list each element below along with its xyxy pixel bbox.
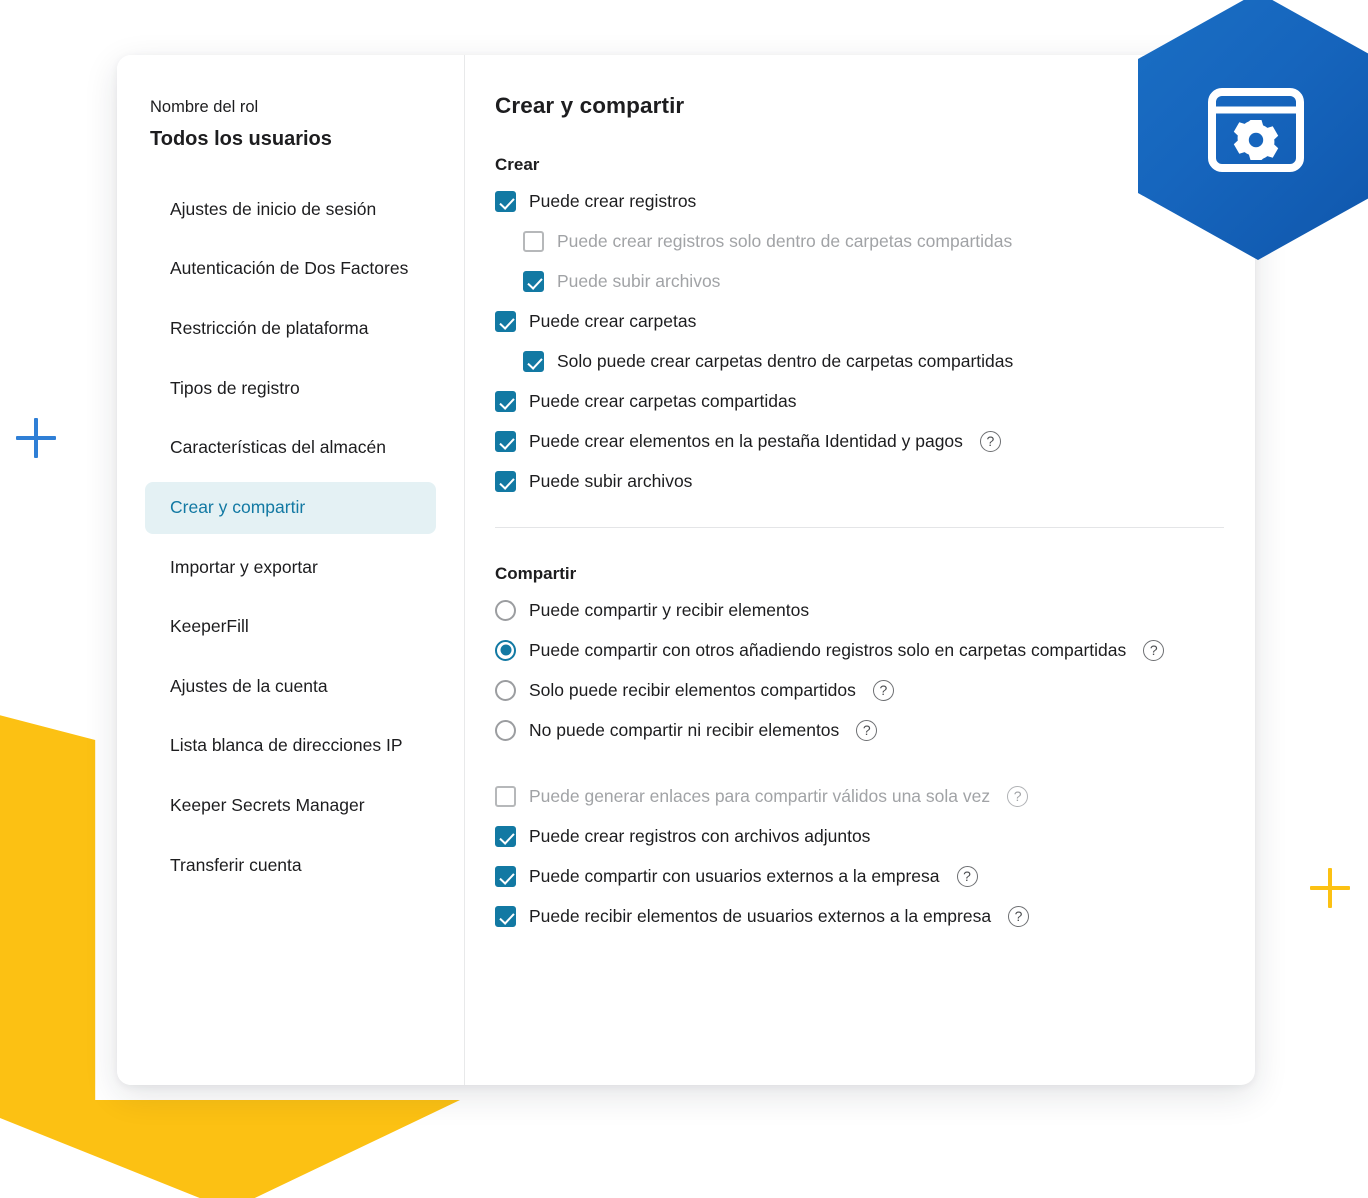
- help-icon[interactable]: ?: [1007, 785, 1029, 807]
- share-option-list: Puede generar enlaces para compartir vál…: [495, 776, 1255, 936]
- settings-card: Nombre del rol Todos los usuarios Ajuste…: [117, 55, 1255, 1085]
- checkbox-row[interactable]: Puede crear registros con archivos adjun…: [495, 816, 1255, 856]
- sidebar-item-7[interactable]: KeeperFill: [145, 601, 436, 653]
- option-label: Puede subir archivos: [557, 270, 721, 291]
- option-label: No puede compartir ni recibir elementos: [529, 719, 840, 740]
- help-icon[interactable]: ?: [872, 679, 894, 701]
- sidebar-item-label: Crear y compartir: [170, 496, 306, 517]
- checkbox[interactable]: [495, 310, 516, 332]
- section-divider: [495, 527, 1224, 528]
- checkbox-row[interactable]: Puede crear carpetas compartidas: [495, 381, 1255, 421]
- option-label: Puede crear registros con archivos adjun…: [529, 825, 871, 846]
- page-root: Nombre del rol Todos los usuarios Ajuste…: [0, 0, 1368, 1198]
- sidebar: Nombre del rol Todos los usuarios Ajuste…: [117, 55, 465, 1085]
- sidebar-nav: Ajustes de inicio de sesión Autenticación…: [117, 184, 464, 892]
- sidebar-item-11[interactable]: Transferir cuenta: [145, 840, 436, 892]
- role-label: Nombre del rol: [150, 98, 259, 116]
- option-label: Puede compartir con otros añadiendo regi…: [529, 639, 1127, 660]
- checkbox-row: Puede crear registros solo dentro de car…: [495, 221, 1255, 261]
- radio-row[interactable]: Puede compartir con otros añadiendo regi…: [495, 630, 1255, 670]
- checkbox[interactable]: [495, 390, 516, 412]
- sidebar-item-4[interactable]: Características del almacén: [145, 422, 436, 474]
- checkbox[interactable]: [495, 905, 516, 927]
- share-section-heading: Compartir: [495, 564, 577, 583]
- share-radio-group: Puede compartir y recibir elementos Puede…: [495, 590, 1255, 750]
- option-label: Puede recibir elementos de usuarios exte…: [529, 905, 992, 926]
- sidebar-item-2[interactable]: Restricción de plataforma: [145, 303, 436, 355]
- sidebar-item-label: Autenticación de Dos Factores: [170, 258, 409, 279]
- plus-icon: [16, 418, 56, 458]
- sidebar-item-3[interactable]: Tipos de registro: [145, 363, 436, 415]
- option-label: Puede crear elementos en la pestaña Iden…: [529, 430, 963, 451]
- checkbox[interactable]: [495, 865, 516, 887]
- help-icon[interactable]: ?: [979, 430, 1001, 452]
- radio-button[interactable]: [495, 599, 516, 621]
- radio-row[interactable]: No puede compartir ni recibir elementos?: [495, 710, 1255, 750]
- radio-button[interactable]: [495, 679, 516, 701]
- option-label: Puede crear registros: [529, 190, 697, 211]
- radio-button[interactable]: [495, 719, 516, 741]
- help-icon[interactable]: ?: [856, 719, 878, 741]
- checkbox: [495, 785, 516, 807]
- sidebar-item-8[interactable]: Ajustes de la cuenta: [145, 661, 436, 713]
- sidebar-item-label: Tipos de registro: [170, 377, 300, 398]
- option-label: Puede compartir con usuarios externos a …: [529, 865, 940, 886]
- checkbox[interactable]: [495, 470, 516, 492]
- main-panel: Crear y compartir Crear Puede crear regi…: [465, 55, 1255, 1085]
- radio-row[interactable]: Puede compartir y recibir elementos: [495, 590, 1255, 630]
- sidebar-item-6[interactable]: Importar y exportar: [145, 542, 436, 594]
- radio-button[interactable]: [495, 639, 516, 661]
- radio-row[interactable]: Solo puede recibir elementos compartidos…: [495, 670, 1255, 710]
- sidebar-item-1[interactable]: Autenticación de Dos Factores: [145, 243, 436, 295]
- plus-icon: [1310, 868, 1350, 908]
- sidebar-item-label: Características del almacén: [170, 437, 386, 458]
- checkbox-row[interactable]: Solo puede crear carpetas dentro de carp…: [495, 341, 1255, 381]
- sidebar-item-label: Keeper Secrets Manager: [170, 795, 365, 815]
- create-option-list: Puede crear registros Puede crear registr…: [495, 181, 1255, 501]
- option-label: Puede crear registros solo dentro de car…: [557, 230, 1013, 251]
- settings-gear-window-icon: [1208, 88, 1304, 172]
- checkbox-row[interactable]: Puede crear elementos en la pestaña Iden…: [495, 421, 1255, 461]
- role-name: Todos los usuarios: [150, 127, 332, 150]
- sidebar-item-label: Lista blanca de direcciones IP: [170, 735, 403, 756]
- checkbox-row[interactable]: Puede compartir con usuarios externos a …: [495, 856, 1255, 896]
- option-label: Solo puede recibir elementos compartidos: [529, 679, 856, 700]
- checkbox[interactable]: [495, 190, 516, 212]
- help-icon[interactable]: ?: [1008, 905, 1030, 927]
- sidebar-item-10[interactable]: Keeper Secrets Manager: [145, 780, 436, 832]
- option-label: Puede crear carpetas: [529, 310, 697, 331]
- checkbox-row[interactable]: Puede subir archivos: [495, 461, 1255, 501]
- help-icon[interactable]: ?: [1143, 639, 1165, 661]
- checkbox: [523, 270, 544, 292]
- checkbox: [523, 230, 544, 252]
- sidebar-item-label: KeeperFill: [170, 616, 249, 637]
- option-label: Puede subir archivos: [529, 470, 693, 491]
- help-icon[interactable]: ?: [956, 865, 978, 887]
- sidebar-item-label: Restricción de plataforma: [170, 318, 369, 338]
- sidebar-item-9[interactable]: Lista blanca de direcciones IP: [145, 720, 436, 772]
- checkbox[interactable]: [523, 350, 544, 372]
- checkbox-row: Puede generar enlaces para compartir vál…: [495, 776, 1255, 816]
- checkbox[interactable]: [495, 825, 516, 847]
- sidebar-item-0[interactable]: Ajustes de inicio de sesión: [145, 184, 436, 236]
- checkbox-row[interactable]: Puede crear carpetas: [495, 301, 1255, 341]
- sidebar-item-label: Importar y exportar: [170, 556, 318, 577]
- option-label: Solo puede crear carpetas dentro de carp…: [557, 350, 1014, 371]
- sidebar-item-label: Ajustes de la cuenta: [170, 675, 328, 696]
- option-label: Puede crear carpetas compartidas: [529, 390, 797, 411]
- checkbox-row[interactable]: Puede recibir elementos de usuarios exte…: [495, 896, 1255, 936]
- sidebar-item-5[interactable]: Crear y compartir: [145, 481, 436, 534]
- sidebar-item-label: Ajustes de inicio de sesión: [170, 198, 377, 219]
- option-label: Puede compartir y recibir elementos: [529, 599, 810, 620]
- checkbox-row: Puede subir archivos: [495, 261, 1255, 301]
- option-label: Puede generar enlaces para compartir vál…: [529, 785, 991, 806]
- checkbox[interactable]: [495, 430, 516, 452]
- sidebar-item-label: Transferir cuenta: [170, 854, 302, 875]
